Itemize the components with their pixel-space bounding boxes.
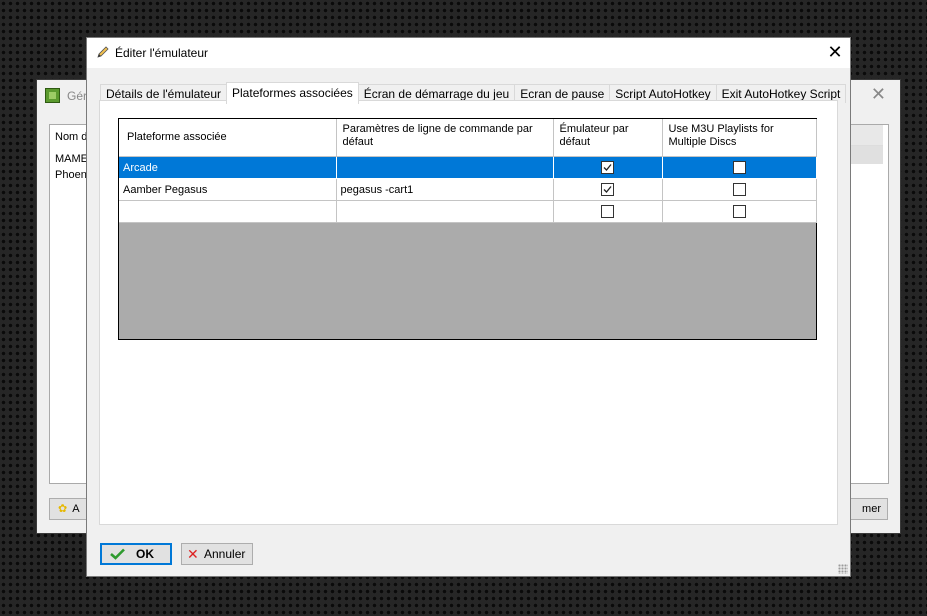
column-header-default-emulator[interactable]: Émulateur par défaut [553, 119, 663, 157]
use-m3u-cell [662, 200, 817, 223]
edit-emulator-dialog: Éditer l'émulateur ✕ Détails de l'émulat… [86, 37, 851, 577]
use-m3u-checkbox[interactable] [732, 161, 746, 174]
resize-grip[interactable] [838, 564, 848, 574]
column-header-m3u[interactable]: Use M3U Playlists for Multiple Discs [662, 119, 817, 157]
use-m3u-checkbox[interactable] [732, 205, 746, 218]
ok-button[interactable]: OK [100, 543, 172, 565]
platform-grid[interactable]: Plateforme associée Paramètres de ligne … [118, 118, 817, 340]
column-header-params[interactable]: Paramètres de ligne de commande par défa… [336, 119, 554, 157]
background-add-button[interactable]: ✿ A [49, 498, 89, 520]
star-icon: ✿ [58, 503, 68, 515]
table-row[interactable]: Aamber Pegasus pegasus -cart1 [119, 178, 817, 201]
dialog-title: Éditer l'émulateur [115, 46, 208, 60]
default-emulator-cell [553, 200, 663, 223]
tab-strip: Détails de l'émulateur Plateformes associ… [100, 81, 847, 104]
list-item[interactable]: Phoen [55, 169, 87, 181]
x-icon: ✕ [187, 546, 199, 562]
default-emulator-checkbox[interactable] [601, 205, 614, 218]
pencil-icon [97, 46, 109, 58]
default-emulator-checkbox[interactable] [601, 183, 614, 196]
app-icon [45, 88, 60, 103]
background-close-icon[interactable]: ✕ [871, 84, 886, 105]
background-add-label: A [72, 503, 80, 515]
use-m3u-cell [662, 156, 817, 179]
table-row[interactable]: Arcade [119, 156, 817, 179]
background-close-label: mer [862, 503, 881, 515]
params-cell[interactable]: pegasus -cart1 [336, 178, 554, 201]
platform-cell[interactable] [119, 200, 337, 223]
background-list-header: Nom d [55, 131, 88, 143]
default-emulator-checkbox[interactable] [601, 161, 614, 174]
ok-label: OK [136, 547, 154, 561]
title-bar: Éditer l'émulateur ✕ [87, 38, 850, 68]
platform-cell[interactable]: Aamber Pegasus [119, 178, 337, 201]
tab-1[interactable]: Plateformes associées [226, 82, 359, 104]
cancel-button[interactable]: ✕ Annuler [181, 543, 253, 565]
default-emulator-cell [553, 178, 663, 201]
column-header-platform[interactable]: Plateforme associée [119, 119, 337, 157]
params-cell[interactable] [336, 156, 554, 179]
use-m3u-checkbox[interactable] [732, 183, 746, 196]
cancel-label: Annuler [204, 547, 246, 561]
table-row[interactable] [119, 200, 817, 223]
close-button[interactable]: ✕ [820, 38, 850, 68]
params-cell[interactable] [336, 200, 554, 223]
tab-panel-platforms: Plateforme associée Paramètres de ligne … [99, 100, 838, 525]
default-emulator-cell [553, 156, 663, 179]
list-item[interactable]: MAME [55, 153, 88, 165]
use-m3u-cell [662, 178, 817, 201]
checkmark-icon [110, 548, 125, 560]
platform-cell[interactable]: Arcade [119, 156, 337, 179]
